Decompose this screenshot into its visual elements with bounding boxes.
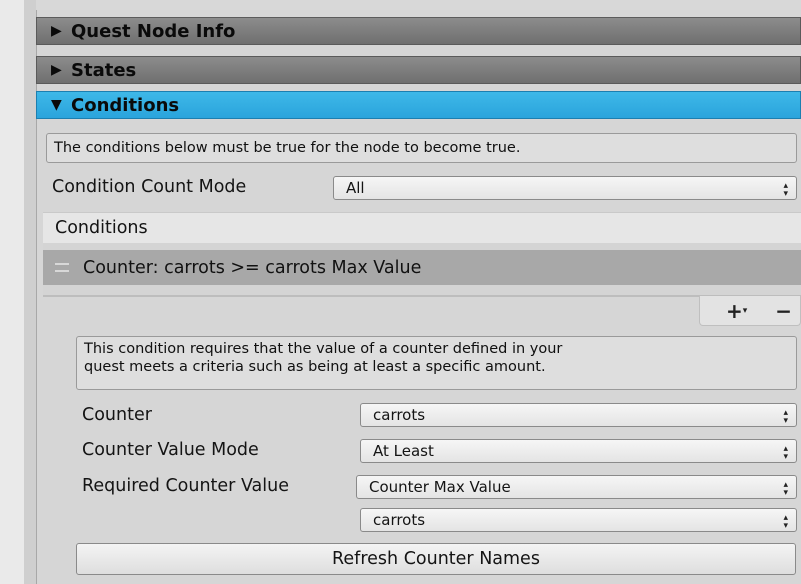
counter-value-mode-label: Counter Value Mode <box>82 440 259 460</box>
required-counter-value-label: Required Counter Value <box>82 476 290 496</box>
updown-arrows-icon: ▴ ▾ <box>783 513 788 531</box>
foldout-label: Conditions <box>71 94 180 116</box>
foldout-label: Quest Node Info <box>71 20 236 42</box>
collapsed-arrow-icon: ▶ <box>51 23 62 39</box>
updown-arrows-icon: ▴ ▾ <box>783 444 788 462</box>
dropdown-value: At Least <box>373 442 434 460</box>
foldout-states[interactable]: ▶ States <box>36 56 801 84</box>
updown-arrows-icon: ▴ ▾ <box>783 181 788 199</box>
updown-arrows-icon: ▴ ▾ <box>783 480 788 498</box>
counter-value-mode-dropdown[interactable]: At Least ▴ ▾ <box>360 439 797 463</box>
refresh-counter-names-button[interactable]: Refresh Counter Names <box>76 543 796 575</box>
required-counter-value-dropdown[interactable]: Counter Max Value ▴ ▾ <box>356 475 797 499</box>
list-footer: +▾ − <box>699 296 801 326</box>
collapsed-arrow-icon: ▶ <box>51 62 62 78</box>
dropdown-value: Counter Max Value <box>369 478 511 496</box>
conditions-list-header: Conditions <box>43 212 801 243</box>
dropdown-value: carrots <box>373 406 426 424</box>
remove-condition-button[interactable]: − <box>775 301 792 321</box>
inspector-edge <box>24 0 36 584</box>
foldout-label: States <box>71 59 137 81</box>
dropdown-value: carrots <box>373 511 426 529</box>
window-margin <box>0 0 24 584</box>
required-counter-name-dropdown[interactable]: carrots ▴ ▾ <box>360 508 797 532</box>
counter-label: Counter <box>82 405 152 425</box>
dropdown-indicator-icon: ▾ <box>742 305 748 316</box>
help-text-line: This condition requires that the value o… <box>84 341 563 357</box>
foldout-quest-node-info[interactable]: ▶ Quest Node Info <box>36 17 801 45</box>
minus-icon: − <box>775 298 792 323</box>
help-text-line: quest meets a criteria such as being at … <box>84 359 546 375</box>
counter-condition-help-box: This condition requires that the value o… <box>76 336 797 390</box>
conditions-help-box: The conditions below must be true for th… <box>46 133 797 163</box>
dropdown-value: All <box>346 179 365 197</box>
add-condition-button[interactable]: +▾ <box>726 301 747 321</box>
plus-icon: + <box>725 298 743 323</box>
expanded-arrow-icon: ▼ <box>51 97 62 113</box>
list-item-counter-condition[interactable]: Counter: carrots >= carrots Max Value <box>43 250 801 285</box>
condition-count-mode-label: Condition Count Mode <box>52 177 247 197</box>
drag-handle-icon[interactable] <box>55 263 69 272</box>
foldout-conditions[interactable]: ▼ Conditions <box>36 91 801 119</box>
help-text: The conditions below must be true for th… <box>54 140 521 156</box>
counter-dropdown[interactable]: carrots ▴ ▾ <box>360 403 797 427</box>
condition-count-mode-dropdown[interactable]: All ▴ ▾ <box>333 176 797 200</box>
list-item-label: Counter: carrots >= carrots Max Value <box>83 257 422 278</box>
updown-arrows-icon: ▴ ▾ <box>783 408 788 426</box>
